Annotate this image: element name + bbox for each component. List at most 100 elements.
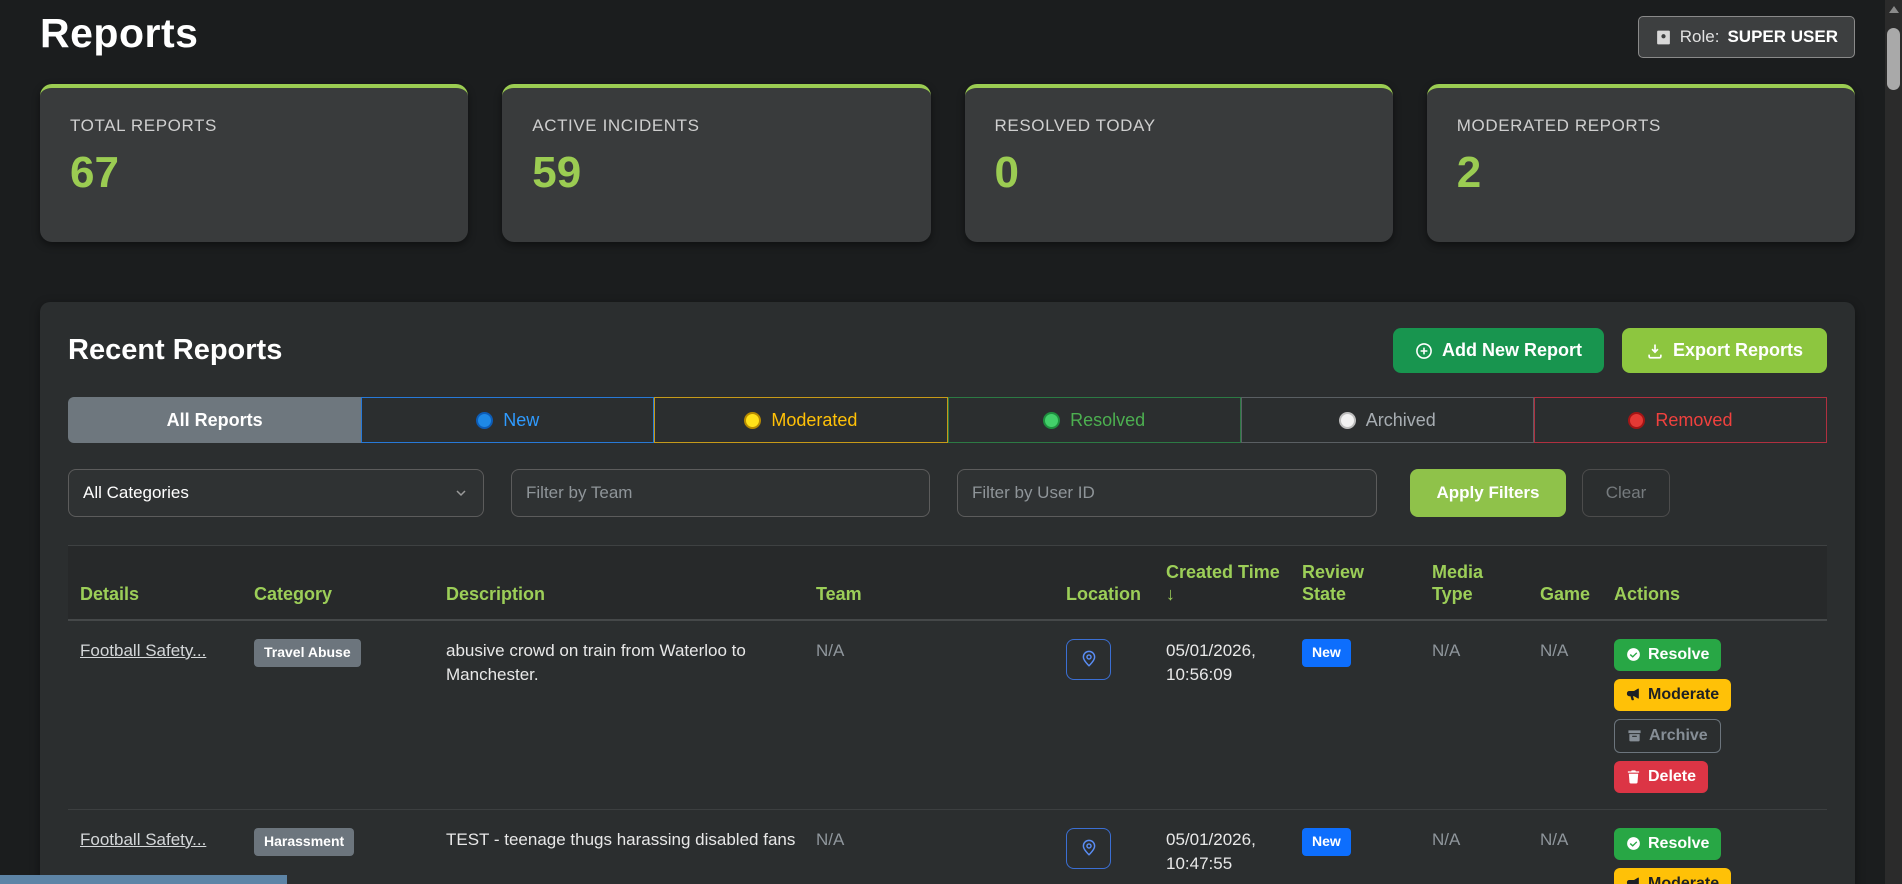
team-filter-input[interactable] (511, 469, 930, 517)
panel-actions: Add New Report Export Reports (1392, 328, 1827, 373)
stat-card-total-reports: TOTAL REPORTS 67 (40, 84, 469, 242)
stat-value: 67 (70, 148, 119, 197)
check-circle-icon (1626, 647, 1641, 662)
check-circle-icon (1626, 836, 1641, 851)
stat-card-resolved-today: RESOLVED TODAY 0 (964, 84, 1393, 242)
stat-label: RESOLVED TODAY (994, 116, 1156, 135)
role-badge: Role: SUPER USER (1637, 16, 1855, 58)
category-badge: Harassment (254, 827, 355, 856)
archive-button[interactable]: Archive (1614, 718, 1721, 753)
white-status-dot-icon (1338, 411, 1356, 429)
column-header-team: Team (816, 583, 862, 604)
reports-table: Details Category Description Team Locati… (68, 545, 1827, 884)
report-filter-tabs: All Reports New Moderated Resolved Archi… (68, 397, 1828, 443)
location-pin-button[interactable] (1066, 638, 1111, 680)
megaphone-icon (1626, 687, 1641, 702)
page-header: Reports Role: SUPER USER (40, 10, 1855, 58)
user-id-filter-input[interactable] (957, 469, 1377, 517)
report-media-type: N/A (1432, 640, 1461, 660)
report-created-time: 05/01/2026, 10:56:09 (1166, 640, 1256, 685)
review-state-badge: New (1302, 827, 1351, 856)
tab-removed[interactable]: Removed (1533, 397, 1828, 443)
tab-moderated[interactable]: Moderated (654, 397, 948, 443)
moderate-button[interactable]: Moderate (1614, 678, 1732, 711)
chevron-down-icon (453, 485, 469, 501)
red-status-dot-icon (1628, 411, 1646, 429)
report-game: N/A (1540, 640, 1569, 660)
stat-value: 0 (994, 148, 1019, 197)
category-badge: Travel Abuse (254, 638, 361, 667)
trash-icon (1626, 769, 1641, 784)
report-team: N/A (816, 829, 845, 849)
stat-card-moderated-reports: MODERATED REPORTS 2 (1426, 84, 1855, 242)
vertical-scrollbar-thumb[interactable] (1887, 28, 1900, 90)
role-label: Role: (1679, 27, 1720, 46)
table-header-row: Details Category Description Team Locati… (68, 545, 1827, 621)
filters-row: All Categories Apply Filters Clear (68, 469, 1827, 517)
column-header-details: Details (80, 583, 140, 604)
review-state-badge: New (1302, 638, 1351, 667)
row-actions: Resolve Moderate Archive Delete (1614, 638, 1809, 793)
stat-label: MODERATED REPORTS (1456, 116, 1661, 135)
tab-archived[interactable]: Archived (1240, 397, 1534, 443)
report-game: N/A (1540, 829, 1569, 849)
apply-filters-button[interactable]: Apply Filters (1410, 469, 1566, 517)
green-status-dot-icon (1043, 411, 1061, 429)
scrollbar-up-arrow-icon[interactable] (1889, 6, 1899, 13)
report-description: TEST - teenage thugs harassing disabled … (446, 829, 796, 849)
plus-circle-icon (1415, 342, 1433, 360)
tab-new[interactable]: New (361, 397, 655, 443)
report-details-link[interactable]: Football Safety... (80, 830, 206, 849)
column-header-category: Category (254, 583, 333, 604)
role-value: SUPER USER (1727, 27, 1838, 46)
user-card-icon (1655, 29, 1672, 46)
panel-title: Recent Reports (68, 334, 283, 366)
megaphone-icon (1626, 876, 1641, 884)
column-header-review-state: Review State (1302, 562, 1365, 604)
report-created-time: 05/01/2026, 10:47:55 (1166, 829, 1256, 874)
stat-label: ACTIVE INCIDENTS (532, 116, 700, 135)
stat-card-active-incidents: ACTIVE INCIDENTS 59 (502, 84, 931, 242)
add-new-report-button[interactable]: Add New Report (1392, 328, 1604, 373)
stat-value: 59 (532, 148, 582, 197)
row-actions: Resolve Moderate Archive Delete (1614, 827, 1809, 884)
clear-filters-button[interactable]: Clear (1582, 469, 1670, 517)
archive-box-icon (1627, 728, 1642, 743)
reports-page: Reports Role: SUPER USER TOTAL REPORTS 6… (40, 0, 1855, 884)
report-media-type: N/A (1432, 829, 1461, 849)
table-row: Football Safety... Harassment TEST - tee… (68, 810, 1827, 884)
report-details-link[interactable]: Football Safety... (80, 641, 206, 660)
table-row: Football Safety... Travel Abuse abusive … (68, 621, 1827, 810)
vertical-scrollbar[interactable] (1885, 0, 1902, 884)
stat-value: 2 (1456, 148, 1482, 197)
report-team: N/A (816, 640, 845, 660)
stat-label: TOTAL REPORTS (70, 116, 217, 135)
delete-button[interactable]: Delete (1614, 760, 1709, 793)
category-select[interactable]: All Categories (68, 469, 484, 517)
export-reports-button[interactable]: Export Reports (1621, 328, 1827, 373)
column-header-actions: Actions (1614, 583, 1681, 604)
blue-status-dot-icon (476, 411, 494, 429)
yellow-status-dot-icon (744, 411, 762, 429)
recent-reports-panel: Recent Reports Add New Report Export Rep… (40, 302, 1855, 884)
tab-all-reports[interactable]: All Reports (68, 397, 362, 443)
column-header-media-type: Media Type (1432, 562, 1484, 604)
location-pin-button[interactable] (1066, 827, 1111, 869)
column-header-created-time[interactable]: Created Time ↓ (1166, 546, 1302, 619)
page-title: Reports (40, 10, 199, 56)
resolve-button[interactable]: Resolve (1614, 638, 1722, 671)
map-pin-icon (1080, 650, 1098, 668)
tab-resolved[interactable]: Resolved (947, 397, 1241, 443)
column-header-description: Description (446, 583, 546, 604)
download-icon (1646, 342, 1664, 360)
column-header-game: Game (1540, 583, 1591, 604)
sort-descending-icon[interactable]: ↓ (1166, 584, 1175, 604)
horizontal-scrollbar-thumb[interactable] (0, 875, 287, 884)
moderate-button[interactable]: Moderate (1614, 867, 1732, 884)
map-pin-icon (1080, 839, 1098, 857)
panel-header: Recent Reports Add New Report Export Rep… (68, 328, 1827, 373)
report-description: abusive crowd on train from Waterloo to … (446, 640, 746, 685)
column-header-location: Location (1066, 583, 1141, 604)
stats-row: TOTAL REPORTS 67 ACTIVE INCIDENTS 59 RES… (40, 84, 1855, 242)
resolve-button[interactable]: Resolve (1614, 827, 1722, 860)
